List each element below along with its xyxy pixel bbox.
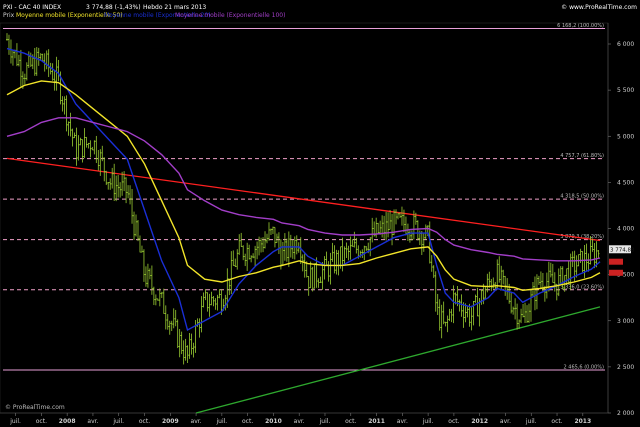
x-tick-label: juil. bbox=[422, 418, 434, 425]
x-tick-label: 2013 bbox=[574, 418, 591, 425]
y-tick-label: 2 000 bbox=[617, 410, 634, 417]
x-tick-label: avr. bbox=[191, 418, 202, 425]
symbol-title: PXI - CAC 40 INDEX bbox=[3, 4, 61, 11]
y-tick-label: 6 000 bbox=[617, 41, 634, 48]
x-tick-label: 2012 bbox=[471, 418, 488, 425]
x-tick-label: 2011 bbox=[368, 418, 385, 425]
x-tick-label: 2008 bbox=[59, 418, 76, 425]
y-tick-label: 3 000 bbox=[617, 318, 634, 325]
y-tick-label: 5 500 bbox=[617, 87, 634, 94]
x-tick-label: oct. bbox=[345, 418, 356, 425]
x-tick-label: juil. bbox=[112, 418, 124, 425]
timeframe-date: Hebdo 21 mars 2013 bbox=[143, 4, 206, 11]
fib-level-label: 2 465,6 (0.00%) bbox=[564, 365, 605, 371]
x-tick-label: oct. bbox=[36, 418, 47, 425]
x-tick-label: oct. bbox=[139, 418, 150, 425]
legend-ma100: Moyenne mobile (Exponentielle 100) bbox=[175, 12, 285, 19]
x-tick-label: avr. bbox=[87, 418, 98, 425]
ma-value-tag bbox=[609, 258, 623, 265]
x-tick-label: juil. bbox=[215, 418, 227, 425]
x-tick-label: oct. bbox=[448, 418, 459, 425]
footer-credit: © ProRealTime.com bbox=[5, 404, 65, 411]
x-tick-label: 2010 bbox=[265, 418, 282, 425]
x-tick-label: juil. bbox=[9, 418, 21, 425]
x-tick-label: oct. bbox=[551, 418, 562, 425]
fib-level-label: 4 318,5 (50.00%) bbox=[560, 194, 604, 200]
last-price-tag-label: 3 774,88 bbox=[610, 247, 635, 253]
fib-level-label: 4 757,7 (61.80%) bbox=[560, 153, 604, 159]
brand-link[interactable]: © www.ProRealTime.com bbox=[561, 4, 637, 11]
x-tick-label: juil. bbox=[525, 418, 537, 425]
x-tick-label: avr. bbox=[500, 418, 511, 425]
chart-canvas: PXI - CAC 40 INDEX 3 774,88 (-1,43%) Heb… bbox=[0, 0, 640, 427]
fib-level-label: 3 879,3 (38.20%) bbox=[560, 234, 604, 240]
y-tick-label: 2 500 bbox=[617, 364, 634, 371]
x-tick-label: juil. bbox=[319, 418, 331, 425]
fib-level-label: 6 168,2 (100.00%) bbox=[557, 23, 604, 29]
y-tick-label: 5 000 bbox=[617, 133, 634, 140]
x-tick-label: avr. bbox=[397, 418, 408, 425]
y-tick-label: 4 500 bbox=[617, 179, 634, 186]
ma-value-tag bbox=[609, 269, 623, 276]
x-tick-label: avr. bbox=[294, 418, 305, 425]
price-change: 3 774,88 (-1,43%) bbox=[86, 4, 141, 11]
y-tick-label: 4 000 bbox=[617, 226, 634, 233]
legend-price: Prix bbox=[3, 12, 15, 19]
x-tick-label: oct. bbox=[242, 418, 253, 425]
x-tick-label: 2009 bbox=[162, 418, 179, 425]
